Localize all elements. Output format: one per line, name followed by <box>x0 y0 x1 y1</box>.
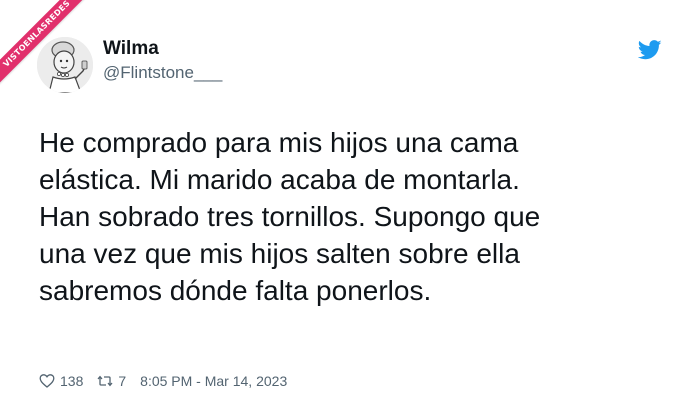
heart-icon[interactable] <box>39 373 55 389</box>
like-count: 138 <box>60 373 84 389</box>
retweet-icon[interactable] <box>97 373 113 389</box>
like-group[interactable]: 138 <box>39 373 83 389</box>
avatar-illustration <box>37 37 93 93</box>
retweet-count: 7 <box>118 373 127 389</box>
timestamp-group[interactable]: 8:05 PM - Mar 14, 2023 <box>140 373 287 389</box>
twitter-bird-icon[interactable] <box>637 40 662 60</box>
retweet-group[interactable]: 7 <box>97 373 126 389</box>
tweet-text: He comprado para mis hijos una cama elás… <box>39 127 541 306</box>
author-handle[interactable]: @Flintstone___ <box>103 63 222 83</box>
tweet-footer: 138 7 8:05 PM - Mar 14, 2023 <box>39 372 301 390</box>
avatar[interactable] <box>37 37 93 93</box>
tweet-timestamp[interactable]: 8:05 PM - Mar 14, 2023 <box>140 373 287 389</box>
author-name[interactable]: Wilma <box>103 38 159 60</box>
